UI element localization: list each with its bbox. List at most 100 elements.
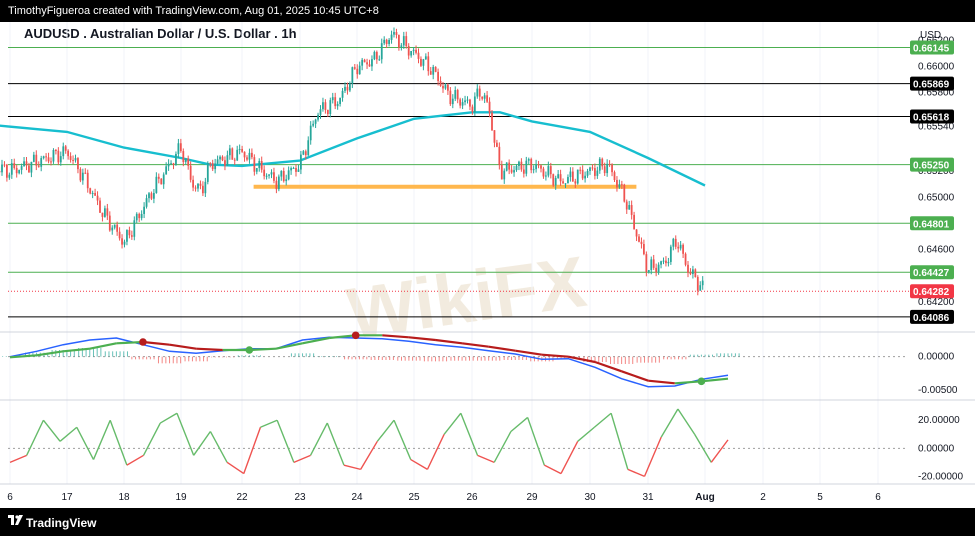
- candle-body: [251, 152, 253, 158]
- candle-body: [287, 170, 290, 180]
- candle-body: [334, 97, 337, 107]
- level-badge-label: 0.65618: [913, 112, 950, 123]
- candle-body: [645, 254, 648, 272]
- candle-body: [150, 193, 153, 199]
- candle-body: [128, 230, 131, 236]
- candle-body: [177, 143, 180, 154]
- candle-body: [464, 100, 466, 103]
- candle-body: [157, 176, 160, 179]
- candle-body: [493, 130, 496, 143]
- time-tick-label: 24: [351, 492, 363, 503]
- candle-body: [498, 146, 501, 165]
- candle-body: [581, 169, 584, 179]
- time-tick-label: 5: [817, 492, 823, 503]
- time-tick-label: 30: [584, 492, 596, 503]
- candle-body: [444, 84, 447, 89]
- candle-body: [432, 66, 435, 75]
- candle-body: [373, 51, 376, 60]
- candle-body: [116, 224, 119, 232]
- macd-signal-segment: [116, 340, 144, 345]
- candle-body: [317, 114, 319, 120]
- candle-body: [197, 183, 199, 189]
- candle-body: [665, 260, 667, 264]
- candle-body: [216, 159, 219, 164]
- candle-body: [79, 169, 82, 181]
- candle-body: [309, 125, 312, 141]
- candle-body: [356, 68, 359, 75]
- osc-tick-label: -20.00000: [918, 471, 963, 482]
- level-badge-label: 0.65250: [913, 161, 950, 172]
- candle-body: [148, 193, 150, 199]
- chart-title: AUDUSD . Australian Dollar / U.S. Dollar…: [24, 26, 297, 41]
- tradingview-logo-icon: [8, 515, 23, 525]
- candle-body: [655, 267, 658, 273]
- candle-body: [84, 172, 87, 174]
- footer-bar: TradingView: [0, 508, 975, 536]
- candle-body: [407, 46, 410, 56]
- candle-body: [307, 140, 310, 156]
- candle-body: [219, 156, 221, 160]
- candle-body: [520, 161, 523, 170]
- candle-body: [81, 172, 84, 181]
- level-badge-label: 0.66145: [913, 44, 950, 55]
- candle-body: [202, 185, 204, 194]
- time-tick-label: 25: [408, 492, 420, 503]
- candle-body: [601, 158, 604, 167]
- candle-body: [679, 244, 682, 249]
- level-badge-label: 0.64427: [913, 268, 950, 279]
- candle-body: [643, 244, 645, 255]
- candle-body: [331, 97, 334, 101]
- candle-body: [378, 59, 381, 61]
- time-tick-label: 18: [118, 492, 130, 503]
- candle-body: [496, 142, 498, 147]
- candle-body: [199, 183, 202, 186]
- candle-body: [589, 167, 591, 172]
- candle-body: [67, 150, 70, 157]
- candle-body: [437, 71, 439, 81]
- candle-body: [454, 90, 457, 99]
- candle-body: [72, 159, 74, 161]
- candle-body: [77, 158, 79, 170]
- candle-body: [420, 58, 422, 66]
- candle-body: [696, 277, 699, 291]
- candle-body: [226, 155, 229, 166]
- candle-body: [530, 159, 533, 171]
- candle-body: [451, 98, 454, 105]
- candle-body: [427, 56, 430, 72]
- candle-body: [143, 206, 145, 214]
- candle-body: [263, 169, 266, 177]
- candle-body: [86, 172, 89, 189]
- candle-body: [30, 161, 33, 173]
- candle-body: [662, 260, 665, 262]
- candle-body: [270, 172, 273, 175]
- candle-body: [361, 59, 364, 66]
- candle-body: [236, 149, 239, 161]
- price-tick-label: 0.64600: [918, 245, 955, 256]
- time-tick-label: 2: [760, 492, 766, 503]
- candle-body: [584, 175, 586, 179]
- candle-body: [393, 32, 395, 35]
- candle-body: [633, 214, 635, 230]
- candle-body: [13, 163, 16, 168]
- candle-body: [363, 59, 366, 63]
- candle-body: [187, 158, 190, 166]
- candle-body: [674, 238, 677, 247]
- candle-body: [62, 146, 65, 157]
- candle-body: [571, 171, 574, 182]
- candle-body: [260, 160, 263, 170]
- candle-body: [96, 195, 99, 201]
- candle-body: [513, 170, 515, 173]
- macd-tick-label: 0.00000: [918, 352, 955, 363]
- candle-body: [277, 176, 280, 190]
- candle-body: [466, 99, 469, 101]
- level-badge-label: 0.64801: [913, 219, 950, 230]
- candle-body: [280, 170, 283, 177]
- candle-body: [652, 259, 655, 268]
- candle-body: [388, 39, 390, 44]
- candle-body: [694, 269, 697, 278]
- candle-body: [628, 205, 631, 210]
- candle-body: [138, 213, 141, 219]
- candle-body: [140, 213, 143, 219]
- time-tick-label: 26: [466, 492, 478, 503]
- candle-body: [383, 39, 386, 44]
